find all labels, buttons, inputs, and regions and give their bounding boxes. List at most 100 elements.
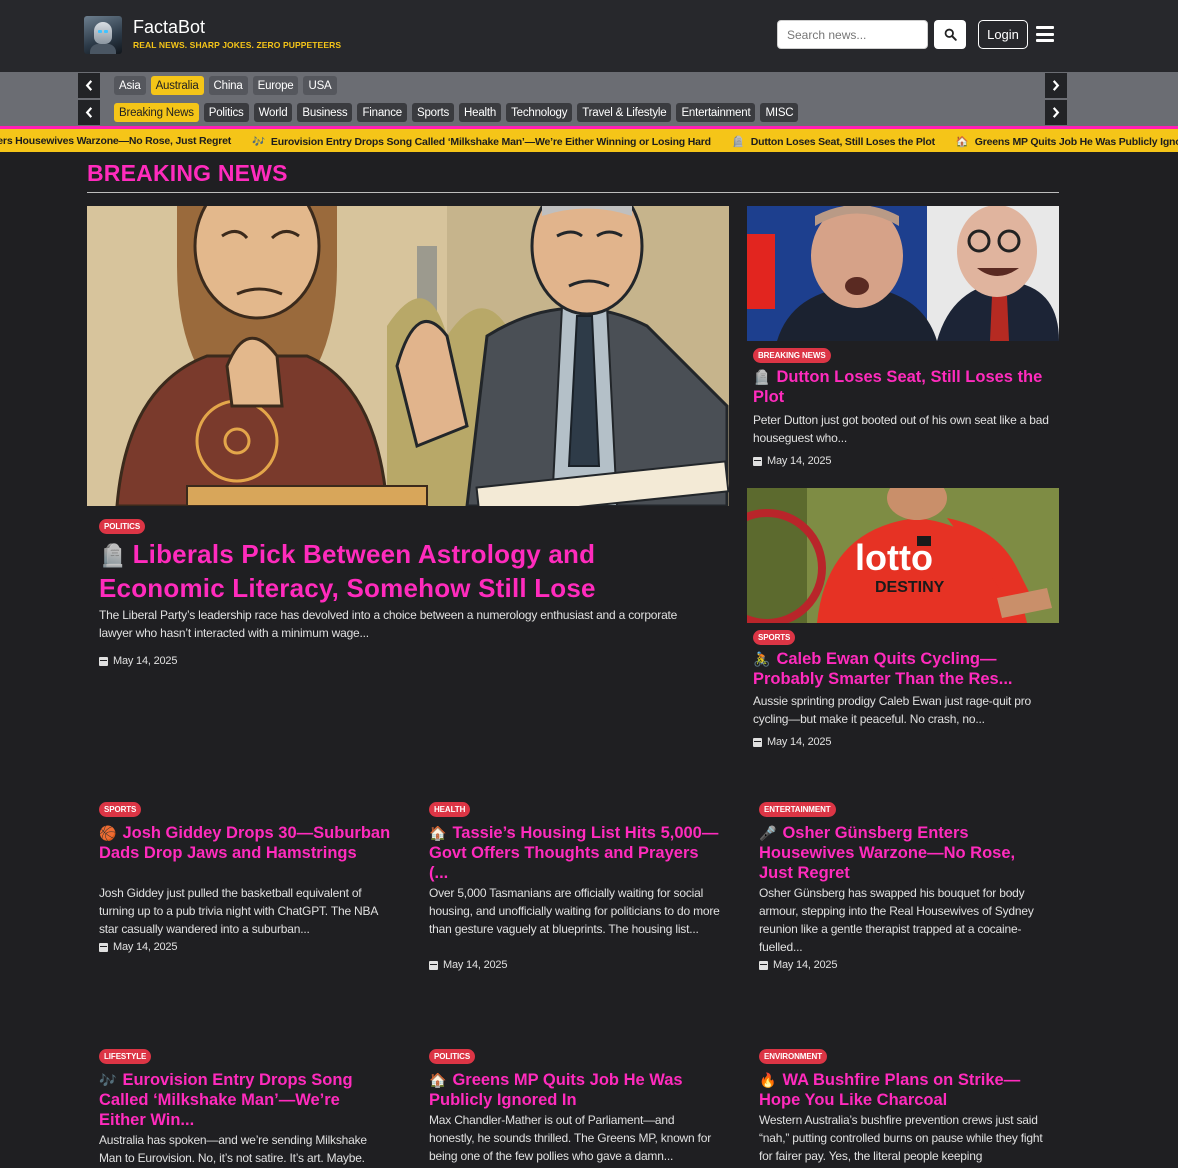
category-chip[interactable]: Health [459, 103, 502, 122]
category-badge[interactable]: HEALTH [429, 802, 471, 817]
article-excerpt: Australia has spoken—and we’re sending M… [99, 1133, 367, 1165]
cyclist-icon: 🚴 [753, 651, 771, 667]
side-article-excerpt: Aussie sprinting prodigy Caleb Ewan just… [753, 694, 1032, 726]
article-title[interactable]: 🎶 Eurovision Entry Drops Song Called ‘Mil… [99, 1070, 391, 1130]
featured-article-title[interactable]: 🪦 Liberals Pick Between Astrology and Eco… [99, 538, 699, 604]
house-icon: 🏠 [429, 825, 447, 841]
category-scroll-left-icon[interactable] [78, 100, 100, 125]
article-date: May 14, 2025 [429, 959, 507, 971]
ticker-item-icon: 🏠 [955, 136, 969, 148]
category-chip[interactable]: MISC [760, 103, 799, 122]
region-chip[interactable]: Asia [114, 76, 146, 95]
article-title-text[interactable]: Osher Günsberg Enters Housewives Warzone… [759, 824, 1015, 882]
news-ticker: ters Housewives Warzone—No Rose, Just Re… [0, 126, 1178, 152]
section-divider [87, 192, 1059, 193]
category-chip[interactable]: Technology [506, 103, 573, 122]
ticker-item[interactable]: 🪦 Dutton Loses Seat, Still Loses the Plot [732, 135, 935, 148]
article-excerpt: Western Australia’s bushfire prevention … [759, 1113, 1043, 1163]
ticker-item-text[interactable]: Greens MP Quits Job He Was Publicly Igno… [975, 136, 1178, 148]
article-excerpt: Max Chandler-Mather is out of Parliament… [429, 1113, 712, 1163]
region-nav: Asia Australia China Europe USA [0, 72, 1178, 99]
category-chip[interactable]: Business [297, 103, 353, 122]
article-title[interactable]: 🏀 Josh Giddey Drops 30—Suburban Dads Drop… [99, 823, 391, 863]
article-title[interactable]: 🎤 Osher Günsberg Enters Housewives Warzon… [759, 823, 1051, 883]
article-title-text[interactable]: Eurovision Entry Drops Song Called ‘Milk… [99, 1071, 353, 1129]
side-article-title[interactable]: 🪦 Dutton Loses Seat, Still Loses the Plot [753, 367, 1059, 407]
category-chip[interactable]: Travel & Lifestyle [577, 103, 672, 122]
fire-icon: 🔥 [759, 1072, 777, 1088]
ticker-item-icon: 🎶 [252, 136, 265, 148]
side-article-title[interactable]: 🚴 Caleb Ewan Quits Cycling—Probably Smart… [753, 649, 1059, 689]
calendar-icon [753, 456, 762, 466]
calendar-icon [99, 656, 108, 666]
featured-title-text[interactable]: Liberals Pick Between Astrology and Econ… [99, 539, 596, 603]
category-badge[interactable]: LIFESTYLE [99, 1049, 152, 1064]
article-title-text[interactable]: WA Bushfire Plans on Strike—Hope You Lik… [759, 1071, 1020, 1109]
category-nav: Breaking News Politics World Business Financ… [0, 99, 1178, 126]
article-excerpt: Josh Giddey just pulled the basketball e… [99, 886, 378, 936]
article-title-text[interactable]: Josh Giddey Drops 30—Suburban Dads Drop … [99, 824, 390, 862]
article-title[interactable]: 🔥 WA Bushfire Plans on Strike—Hope You Li… [759, 1070, 1051, 1110]
search-input[interactable] [777, 20, 928, 49]
side-title-text[interactable]: Dutton Loses Seat, Still Loses the Plot [753, 368, 1042, 406]
category-chip[interactable]: Finance [357, 103, 407, 122]
tombstone-icon: 🪦 [753, 369, 771, 385]
category-chip[interactable]: Politics [203, 103, 249, 122]
category-scroll-right-icon[interactable] [1045, 100, 1067, 125]
category-chip[interactable]: Entertainment [676, 103, 756, 122]
robot-logo-icon[interactable] [84, 16, 122, 54]
side-article-date: May 14, 2025 [753, 736, 831, 748]
category-badge[interactable]: POLITICS [429, 1049, 476, 1064]
region-chip[interactable]: China [208, 76, 248, 95]
calendar-icon [753, 737, 762, 747]
category-chip[interactable]: Breaking News [114, 103, 199, 122]
microphone-icon: 🎤 [759, 825, 777, 841]
region-chip-list: Asia Australia China Europe USA [114, 76, 337, 95]
category-badge[interactable]: SPORTS [99, 802, 142, 817]
region-scroll-left-icon[interactable] [78, 73, 100, 98]
side-article-date: May 14, 2025 [753, 455, 831, 467]
featured-article-image[interactable] [87, 206, 729, 506]
side-category-badge[interactable]: BREAKING NEWS [753, 348, 831, 363]
category-chip[interactable]: Sports [412, 103, 455, 122]
category-badge[interactable]: ENTERTAINMENT [759, 802, 836, 817]
article-excerpt: Over 5,000 Tasmanians are officially wai… [429, 886, 720, 936]
site-title[interactable]: FactaBot [133, 17, 205, 38]
category-badge[interactable]: ENVIRONMENT [759, 1049, 828, 1064]
article-excerpt: Osher Günsberg has swapped his bouquet f… [759, 886, 1034, 954]
side-article-image[interactable]: lotto DESTINY [747, 488, 1059, 623]
hamburger-menu-icon[interactable] [1036, 24, 1054, 44]
region-chip[interactable]: Australia [150, 76, 204, 95]
region-chip[interactable]: Europe [252, 76, 299, 95]
ticker-item-text[interactable]: ters Housewives Warzone—No Rose, Just Re… [0, 135, 231, 147]
ticker-item[interactable]: ters Housewives Warzone—No Rose, Just Re… [0, 135, 231, 148]
article-date: May 14, 2025 [759, 959, 837, 971]
category-chip[interactable]: World [253, 103, 293, 122]
featured-article-excerpt: The Liberal Party’s leadership race has … [99, 608, 678, 640]
date-text: May 14, 2025 [113, 655, 178, 667]
region-scroll-right-icon[interactable] [1045, 73, 1067, 98]
login-button[interactable]: Login [978, 20, 1028, 49]
article-title[interactable]: 🏠 Greens MP Quits Job He Was Publicly Ign… [429, 1070, 721, 1110]
article-title[interactable]: 🏠 Tassie’s Housing List Hits 5,000—Govt O… [429, 823, 721, 883]
featured-article-date: May 14, 2025 [99, 655, 177, 667]
category-chip-list: Breaking News Politics World Business Financ… [114, 103, 799, 122]
article-title-text[interactable]: Tassie’s Housing List Hits 5,000—Govt Of… [429, 824, 718, 882]
search-button[interactable] [934, 20, 966, 49]
article-title-text[interactable]: Greens MP Quits Job He Was Publicly Igno… [429, 1071, 683, 1109]
date-text: May 14, 2025 [113, 941, 178, 953]
ticker-item-text[interactable]: Dutton Loses Seat, Still Loses the Plot [751, 136, 935, 148]
side-article-image[interactable] [747, 206, 1059, 341]
date-text: May 14, 2025 [767, 455, 832, 467]
ticker-item-icon: 🪦 [731, 136, 745, 148]
section-title: BREAKING NEWS [87, 160, 288, 186]
ticker-item-text[interactable]: Eurovision Entry Drops Song Called ‘Milk… [271, 136, 711, 148]
ticker-item[interactable]: 🏠 Greens MP Quits Job He Was Publicly Ign… [956, 135, 1178, 148]
calendar-icon [759, 960, 768, 970]
ticker-item[interactable]: 🎶 Eurovision Entry Drops Song Called ‘Mil… [252, 135, 711, 148]
side-title-text[interactable]: Caleb Ewan Quits Cycling—Probably Smarte… [753, 650, 1013, 688]
tombstone-icon: 🪦 [99, 543, 127, 568]
side-category-badge[interactable]: SPORTS [753, 630, 796, 645]
region-chip[interactable]: USA [303, 76, 337, 95]
featured-category-badge[interactable]: POLITICS [99, 519, 146, 534]
